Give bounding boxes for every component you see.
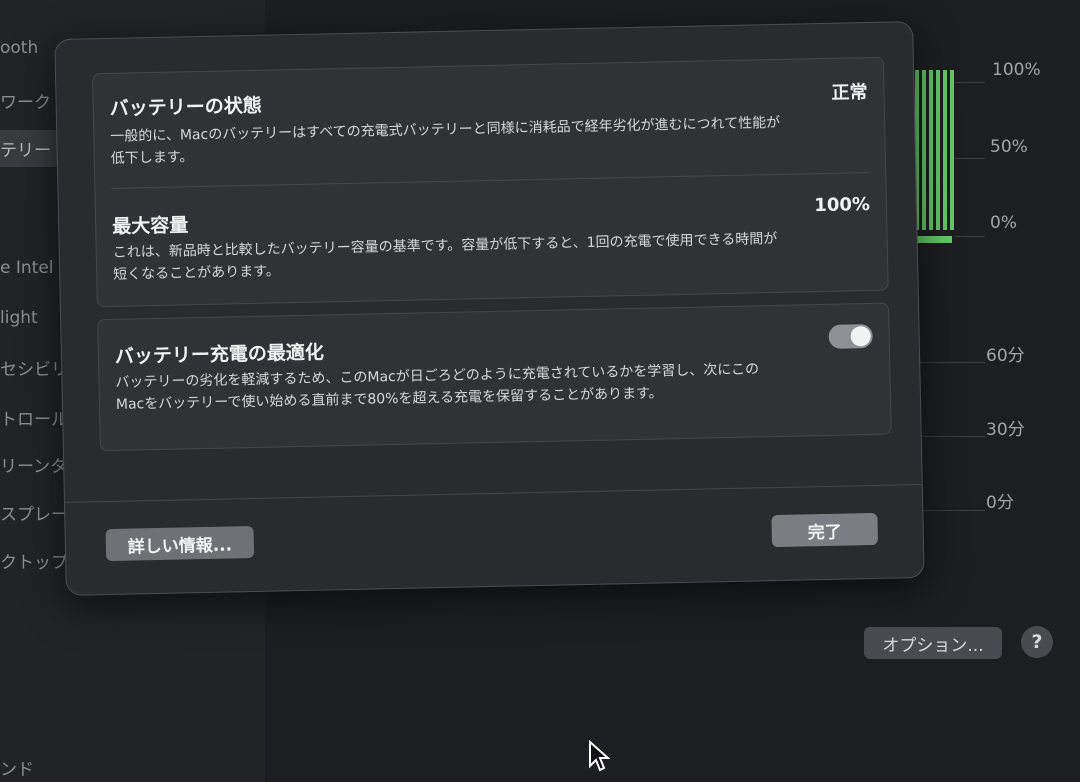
axis-label-60min: 60分 bbox=[986, 346, 1025, 366]
optimized-charging-title: バッテリー充電の最適化 bbox=[114, 341, 325, 368]
sidebar-item-desktop[interactable]: クトップ bbox=[0, 548, 68, 573]
axis-label-0: 0% bbox=[990, 213, 1017, 233]
optimized-charging-toggle[interactable] bbox=[828, 323, 873, 349]
gridline bbox=[955, 82, 985, 83]
max-capacity-description: これは、新品時と比較したバッテリー容量の基準です。容量が低下すると、1回の充電で… bbox=[112, 230, 778, 283]
chart-bar bbox=[950, 70, 954, 230]
battery-health-dialog: バッテリーの状態 正常 一般的に、Macのバッテリーはすべての充電式バッテリーと… bbox=[54, 21, 925, 596]
row-separator bbox=[111, 172, 870, 189]
gridline bbox=[910, 362, 985, 363]
sidebar-item-spotlight[interactable]: light bbox=[0, 308, 38, 328]
axis-label-50: 50% bbox=[990, 137, 1028, 157]
gridline bbox=[955, 158, 985, 159]
sidebar-item-accessibility[interactable]: セシビリ bbox=[0, 355, 68, 380]
optimized-charging-group: バッテリー充電の最適化 バッテリーの劣化を軽減するため、このMacが日ごろどのよ… bbox=[97, 302, 892, 452]
chart-bar bbox=[922, 70, 926, 230]
sidebar-item-displays[interactable]: スプレー bbox=[0, 500, 68, 525]
options-button[interactable]: オプション... bbox=[864, 627, 1002, 659]
chart-bar bbox=[943, 70, 947, 230]
sidebar-item-screen-time[interactable]: リーンタ bbox=[0, 452, 67, 477]
axis-label-30min: 30分 bbox=[986, 420, 1025, 440]
max-capacity-title: 最大容量 bbox=[111, 214, 189, 238]
mouse-cursor-icon bbox=[589, 740, 610, 772]
battery-health-description: 一般的に、Macのバッテリーはすべての充電式バッテリーと同様に消耗品で経年劣化が… bbox=[110, 114, 781, 167]
sidebar-item-sound[interactable]: ンド bbox=[0, 755, 34, 780]
gridline bbox=[955, 236, 985, 237]
max-capacity-value: 100% bbox=[814, 194, 871, 217]
more-info-button[interactable]: 詳しい情報... bbox=[105, 525, 255, 562]
chart-bar bbox=[929, 70, 933, 230]
toggle-knob bbox=[850, 326, 871, 347]
sidebar-item-control-center[interactable]: トロール bbox=[0, 405, 68, 430]
sidebar-item-network[interactable]: ワーク bbox=[0, 88, 51, 113]
axis-label-100: 100% bbox=[992, 60, 1041, 80]
chart-bar bbox=[936, 70, 940, 230]
battery-info-group: バッテリーの状態 正常 一般的に、Macのバッテリーはすべての充電式バッテリーと… bbox=[91, 56, 889, 308]
dialog-footer-separator bbox=[64, 483, 922, 503]
sidebar-item-bluetooth[interactable]: ooth bbox=[0, 38, 38, 58]
help-button[interactable]: ? bbox=[1021, 626, 1053, 658]
done-button[interactable]: 完了 bbox=[771, 512, 879, 548]
battery-health-title: バッテリーの状態 bbox=[109, 94, 262, 120]
axis-label-0min: 0分 bbox=[986, 493, 1014, 513]
chart-baseline-bar bbox=[912, 236, 952, 243]
battery-health-value: 正常 bbox=[831, 82, 868, 104]
sidebar-item-intel[interactable]: e Intel bbox=[0, 258, 54, 278]
